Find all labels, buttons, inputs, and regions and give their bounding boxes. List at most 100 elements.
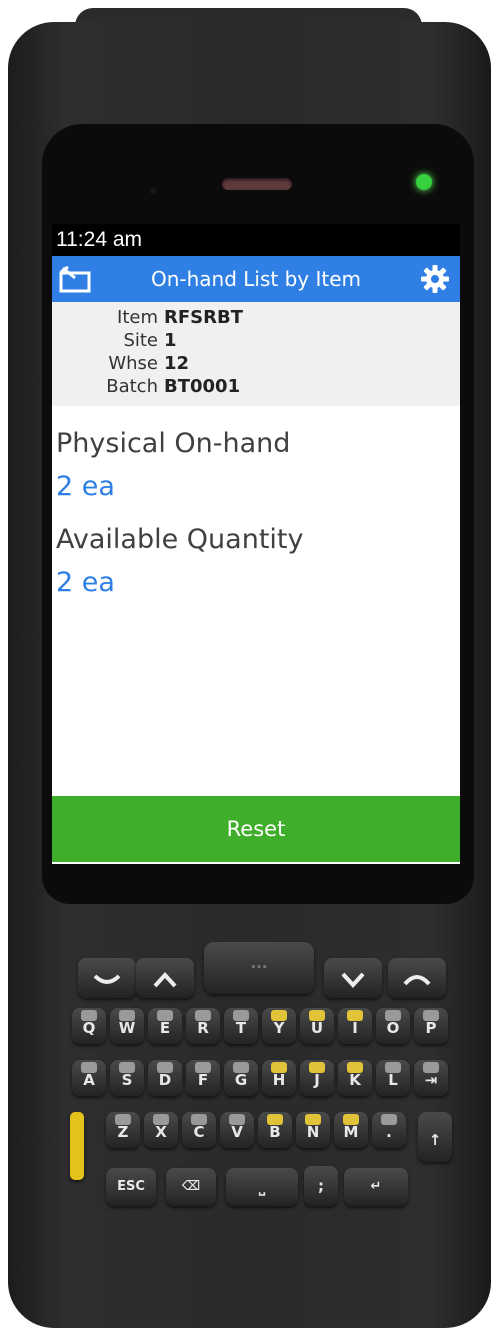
key-label: F: [197, 1071, 209, 1089]
key-alt-tag: [81, 1010, 97, 1021]
esc-key[interactable]: ESC: [106, 1168, 156, 1206]
site-value: 1: [164, 330, 177, 351]
key-e[interactable]: E: [148, 1008, 182, 1044]
key-alt-tag: [347, 1062, 363, 1073]
key-i[interactable]: I: [338, 1008, 372, 1044]
app-screen: 11:24 am On-hand List by Item Item RFSRB…: [52, 224, 460, 864]
key-n[interactable]: N: [296, 1112, 330, 1148]
key-symbol-9[interactable]: ⇥: [414, 1060, 448, 1096]
key-m[interactable]: M: [334, 1112, 368, 1148]
whse-label: Whse: [108, 353, 158, 374]
key-label: C: [193, 1123, 205, 1141]
space-key[interactable]: ⎵: [226, 1168, 298, 1206]
key-alt-tag: [195, 1010, 211, 1021]
gear-icon[interactable]: [420, 264, 450, 294]
key-label: .: [386, 1123, 392, 1141]
nav-down-key[interactable]: [324, 958, 382, 998]
key-d[interactable]: D: [148, 1060, 182, 1096]
scan-trigger-key[interactable]: ···: [204, 942, 314, 994]
key-o[interactable]: O: [376, 1008, 410, 1044]
batch-value: BT0001: [164, 376, 241, 397]
key-label: M: [343, 1123, 359, 1141]
key-alt-tag: [267, 1114, 283, 1125]
key-k[interactable]: K: [338, 1060, 372, 1096]
key-w[interactable]: W: [110, 1008, 144, 1044]
status-bar: 11:24 am: [52, 224, 460, 256]
key-alt-tag: [385, 1062, 401, 1073]
key-c[interactable]: C: [182, 1112, 216, 1148]
phone-hangup-icon: [403, 975, 431, 986]
key-alt-tag: [385, 1010, 401, 1021]
call-end-key[interactable]: [388, 958, 446, 998]
function-key-yellow[interactable]: [70, 1112, 84, 1180]
key-label: N: [306, 1123, 320, 1141]
reset-button[interactable]: Reset: [52, 796, 460, 862]
key-alt-tag: [157, 1010, 173, 1021]
site-row: Site 1: [52, 329, 460, 352]
whse-value: 12: [164, 353, 190, 374]
key-alt-tag: [309, 1010, 325, 1021]
key-a[interactable]: A: [72, 1060, 106, 1096]
key-j[interactable]: J: [300, 1060, 334, 1096]
key-symbol-7[interactable]: .: [372, 1112, 406, 1148]
key-f[interactable]: F: [186, 1060, 220, 1096]
key-z[interactable]: Z: [106, 1112, 140, 1148]
key-label: B: [269, 1123, 281, 1141]
shift-up-key[interactable]: ↑: [418, 1112, 452, 1162]
key-alt-tag: [233, 1062, 249, 1073]
chevron-up-icon: [153, 972, 177, 988]
page-title: On-hand List by Item: [150, 267, 362, 291]
key-q[interactable]: Q: [72, 1008, 106, 1044]
key-label: R: [197, 1019, 209, 1037]
key-label: L: [388, 1071, 398, 1089]
key-alt-tag: [153, 1114, 169, 1125]
item-row: Item RFSRBT: [52, 306, 460, 329]
key-label: Z: [117, 1123, 129, 1141]
physical-onhand-value: 2 ea: [56, 471, 115, 502]
key-alt-tag: [81, 1062, 97, 1073]
item-info-panel: Item RFSRBT Site 1 Whse 12 Batch BT0001: [52, 302, 460, 406]
key-y[interactable]: Y: [262, 1008, 296, 1044]
key-label: ⇥: [424, 1071, 438, 1089]
key-alt-tag: [271, 1062, 287, 1073]
call-answer-key[interactable]: [78, 958, 136, 998]
key-r[interactable]: R: [186, 1008, 220, 1044]
key-alt-tag: [423, 1010, 439, 1021]
key-alt-tag: [119, 1062, 135, 1073]
enter-key[interactable]: ↵: [344, 1168, 408, 1206]
batch-row: Batch BT0001: [52, 375, 460, 398]
key-alt-tag: [195, 1062, 211, 1073]
key-label: I: [352, 1019, 358, 1037]
key-alt-tag: [343, 1114, 359, 1125]
title-bar: On-hand List by Item: [52, 256, 460, 302]
key-b[interactable]: B: [258, 1112, 292, 1148]
key-u[interactable]: U: [300, 1008, 334, 1044]
key-x[interactable]: X: [144, 1112, 178, 1148]
key-s[interactable]: S: [110, 1060, 144, 1096]
physical-onhand-label: Physical On-hand: [56, 428, 291, 459]
available-quantity-label: Available Quantity: [56, 524, 304, 555]
key-label: Q: [82, 1019, 96, 1037]
nav-up-key[interactable]: [136, 958, 194, 998]
key-label: T: [235, 1019, 247, 1037]
key-g[interactable]: G: [224, 1060, 258, 1096]
status-time: 11:24 am: [56, 228, 142, 251]
speaker-grille: [222, 178, 292, 190]
whse-row: Whse 12: [52, 352, 460, 375]
key-label: S: [121, 1071, 133, 1089]
camera-dot: [150, 188, 156, 194]
phone-answer-icon: [93, 974, 121, 984]
comma-key[interactable]: ;: [304, 1166, 338, 1206]
key-t[interactable]: T: [224, 1008, 258, 1044]
key-label: X: [155, 1123, 167, 1141]
key-label: W: [118, 1019, 136, 1037]
key-p[interactable]: P: [414, 1008, 448, 1044]
key-h[interactable]: H: [262, 1060, 296, 1096]
item-value: RFSRBT: [164, 307, 243, 328]
batch-label: Batch: [106, 376, 158, 397]
key-l[interactable]: L: [376, 1060, 410, 1096]
backspace-key[interactable]: ⌫: [166, 1168, 216, 1206]
site-label: Site: [123, 330, 158, 351]
key-label: O: [386, 1019, 400, 1037]
key-v[interactable]: V: [220, 1112, 254, 1148]
